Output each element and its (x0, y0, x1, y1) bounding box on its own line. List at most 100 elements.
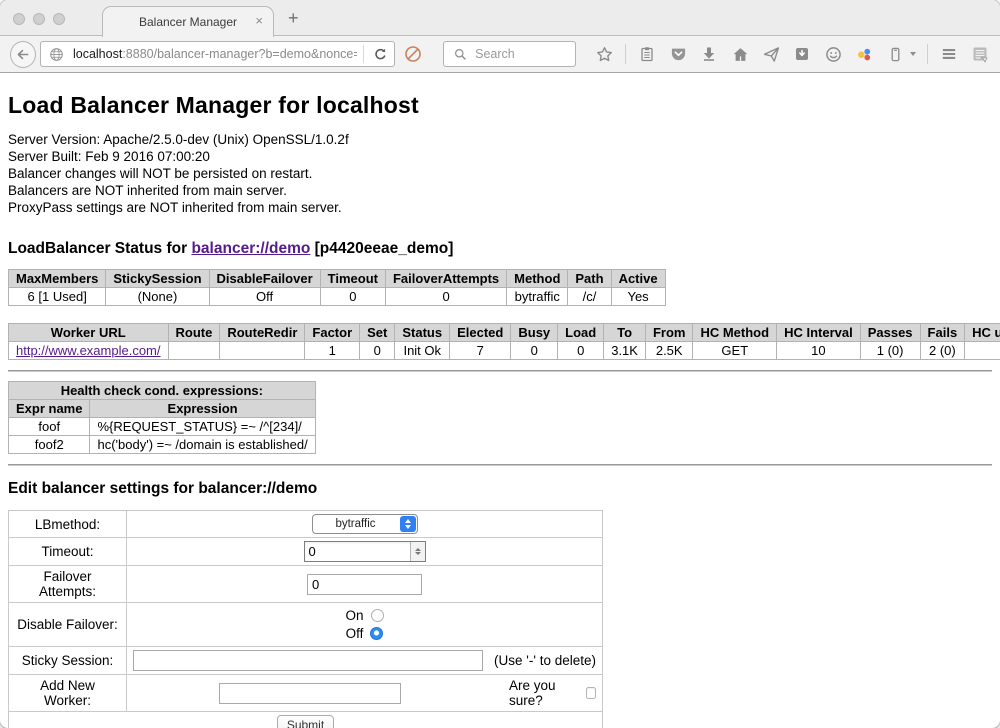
page-content: Load Balancer Manager for localhost Serv… (0, 73, 1000, 728)
lbmethod-select[interactable]: bytraffic (312, 514, 418, 534)
pocket-icon[interactable] (668, 44, 688, 64)
column-header: HC Method (693, 324, 777, 342)
add-new-worker-input[interactable] (219, 683, 401, 704)
device-battery-icon[interactable] (885, 44, 905, 64)
table-cell: 0 (360, 342, 395, 360)
expression-cell: hc('body') =~ /domain is established/ (90, 436, 315, 454)
balancer-demo-link[interactable]: balancer://demo (191, 240, 310, 257)
home-icon[interactable] (730, 44, 750, 64)
column-header: HC Interval (777, 324, 861, 342)
lbmethod-row: LBmethod: bytraffic (9, 511, 603, 538)
toolbar-icons (594, 44, 990, 64)
lbmethod-value-cell: bytraffic (127, 511, 603, 538)
url-bar[interactable]: localhost:8880/balancer-manager?b=demo&n… (40, 41, 395, 67)
tab-close-icon[interactable]: × (255, 14, 263, 27)
timeout-label: Timeout: (9, 538, 127, 566)
search-input[interactable] (475, 47, 565, 61)
table-cell (220, 342, 305, 360)
content-blocked-icon[interactable] (403, 44, 423, 64)
table-header-row: MaxMembersStickySessionDisableFailoverTi… (9, 270, 666, 288)
table-cell: 0 (511, 342, 558, 360)
column-header: HC uri (965, 324, 1000, 342)
health-check-table: Health check cond. expressions: Expr nam… (8, 381, 316, 454)
table-header-row: Expr nameExpression (9, 400, 316, 418)
sticky-session-hint: (Use '-' to delete) (494, 653, 596, 668)
table-cell: (None) (106, 288, 209, 306)
reload-icon[interactable] (370, 44, 390, 64)
feedback-smiley-icon[interactable] (823, 44, 843, 64)
column-header: Path (568, 270, 611, 288)
menu-hamburger-icon[interactable] (939, 44, 959, 64)
table-row: 6 [1 Used](None)Off00bytraffic/c/Yes (9, 288, 666, 306)
column-header: MaxMembers (9, 270, 106, 288)
column-header: Set (360, 324, 395, 342)
loadbalancer-status-heading: LoadBalancer Status for balancer://demo … (8, 240, 992, 258)
url-divider (363, 45, 364, 63)
server-info: Server Version: Apache/2.5.0-dev (Unix) … (8, 131, 992, 216)
back-button[interactable] (10, 41, 36, 68)
table-cell: 0 (385, 288, 506, 306)
column-header: Expr name (9, 400, 90, 418)
column-header: Route (168, 324, 220, 342)
table-cell: GET (693, 342, 777, 360)
failover-attempts-row: Failover Attempts: (9, 566, 603, 603)
are-you-sure-label: Are you sure? (509, 678, 578, 708)
timeout-value-cell (127, 538, 603, 566)
worker-url-link[interactable]: http://www.example.com/ (16, 343, 161, 358)
column-header: StickySession (106, 270, 209, 288)
failover-value-cell (127, 566, 603, 603)
radio-on[interactable] (371, 609, 384, 622)
balancer-status-table: MaxMembersStickySessionDisableFailoverTi… (8, 269, 666, 306)
send-icon[interactable] (761, 44, 781, 64)
failover-attempts-input[interactable] (307, 574, 422, 595)
minimize-window-button[interactable] (33, 13, 45, 25)
disable-failover-label: Disable Failover: (9, 603, 127, 647)
chevron-down-icon[interactable] (910, 52, 916, 56)
tab-balancer-manager[interactable]: Balancer Manager × (102, 6, 274, 37)
close-window-button[interactable] (13, 13, 25, 25)
radio-off-selected[interactable] (370, 627, 383, 640)
table-cell (965, 342, 1000, 360)
timeout-input[interactable] (304, 541, 426, 562)
submit-row: Submit (9, 712, 603, 728)
url-text[interactable]: localhost:8880/balancer-manager?b=demo&n… (73, 47, 357, 61)
zoom-window-button[interactable] (53, 13, 65, 25)
section-divider (8, 370, 992, 372)
table-cell: 3.1K (604, 342, 646, 360)
table-cell: 10 (777, 342, 861, 360)
bookmark-star-icon[interactable] (594, 44, 614, 64)
new-tab-button[interactable]: + (288, 8, 299, 29)
column-header: Load (558, 324, 604, 342)
extension-download-icon[interactable] (792, 44, 812, 64)
column-header: DisableFailover (209, 270, 320, 288)
column-header: Expression (90, 400, 315, 418)
table-cell: /c/ (568, 288, 611, 306)
search-icon (450, 44, 470, 64)
table-cell: bytraffic (507, 288, 568, 306)
column-header: From (645, 324, 693, 342)
clipboard-icon[interactable] (637, 44, 657, 64)
number-spinner-icon[interactable] (410, 542, 425, 561)
worker-url-cell: http://www.example.com/ (9, 342, 169, 360)
table-title-row: Health check cond. expressions: (9, 382, 316, 400)
table-cell: Yes (611, 288, 665, 306)
are-you-sure-checkbox[interactable] (586, 687, 596, 699)
table-cell (168, 342, 220, 360)
downloads-icon[interactable] (699, 44, 719, 64)
toolbar-divider-2 (927, 44, 928, 64)
window-controls[interactable] (13, 13, 65, 25)
worker-table: Worker URLRouteRouteRedirFactorSetStatus… (8, 323, 1000, 360)
notebook-icon[interactable] (970, 44, 990, 64)
sticky-session-input[interactable] (133, 650, 483, 671)
column-header: Timeout (320, 270, 385, 288)
server-version-line: Server Version: Apache/2.5.0-dev (Unix) … (8, 131, 992, 148)
table-row: http://www.example.com/ 10Init Ok7003.1K… (9, 342, 1000, 360)
sticky-session-value-cell: (Use '-' to delete) (127, 647, 603, 675)
search-bar[interactable] (443, 41, 576, 67)
table-row: foof %{REQUEST_STATUS} =~ /^[234]/ (9, 418, 316, 436)
failover-attempts-label: Failover Attempts: (9, 566, 127, 603)
column-header: Active (611, 270, 665, 288)
submit-button[interactable]: Submit (277, 715, 334, 728)
color-dots-icon[interactable] (854, 44, 874, 64)
column-header: Passes (860, 324, 920, 342)
